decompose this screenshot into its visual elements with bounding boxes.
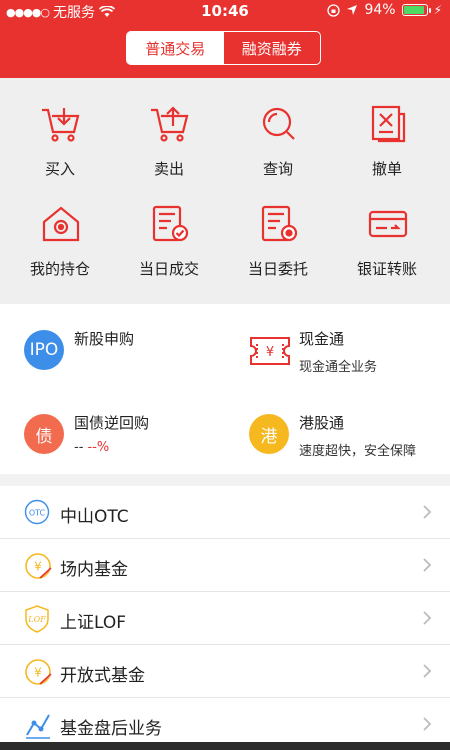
- list-item-open-fund[interactable]: ¥ 开放式基金: [0, 645, 450, 698]
- grid-label: 当日委托: [247, 260, 308, 278]
- rotation-lock-icon: [327, 3, 341, 17]
- cancel-order-icon: [371, 105, 406, 143]
- fund-icon: ¥: [25, 553, 52, 579]
- grid-label: 查询: [262, 160, 293, 178]
- bond-icon: 债: [24, 414, 64, 454]
- home-indicator-bar: [0, 742, 450, 750]
- grid-label: 当日成交: [138, 260, 199, 278]
- chevron-right-icon: [423, 717, 432, 731]
- chevron-right-icon: [423, 505, 432, 519]
- hk-icon: 港: [249, 414, 289, 454]
- otc-icon: OTC: [24, 499, 50, 525]
- entrust-icon: [261, 205, 298, 242]
- cash-service-item[interactable]: ¥ 现金通 现金通全业务: [225, 304, 450, 388]
- svg-text:¥: ¥: [34, 560, 42, 574]
- bank-transfer-button[interactable]: 银证转账: [331, 186, 443, 278]
- svg-text:OTC: OTC: [29, 509, 46, 518]
- repo-title: 国债逆回购: [74, 414, 150, 432]
- hk-title: 港股通: [299, 414, 345, 432]
- trade-type-switch: 普通交易 融资融券: [126, 31, 321, 65]
- grid-label: 银证转账: [356, 260, 417, 278]
- hk-connect-item[interactable]: 港 港股通 速度超快，安全保障: [225, 388, 450, 472]
- grid-label: 买入: [44, 160, 75, 178]
- cash-ticket-icon: ¥: [250, 337, 290, 365]
- today-deal-button[interactable]: 当日成交: [113, 186, 225, 278]
- list-label: 基金盘后业务: [60, 719, 162, 739]
- header: ●●●●○ 无服务 10:46 94% ⚡ 普通交易 融资融券: [0, 0, 450, 78]
- holdings-button[interactable]: 我的持仓: [4, 186, 116, 278]
- chevron-right-icon: [423, 611, 432, 625]
- business-list: OTC 中山OTC ¥ 场内基金 LOF 上证LOF ¥ 开放式基金 基金盘后业…: [0, 486, 450, 750]
- battery-icon: [401, 4, 431, 16]
- after-hours-icon: [26, 714, 50, 739]
- lof-icon: LOF: [25, 605, 49, 633]
- battery-percent: 94%: [364, 2, 396, 18]
- trade-function-grid: 买入 卖出 查询 撤单 我的持仓 当日成交 当日委托 银证转账: [0, 78, 450, 304]
- chevron-right-icon: [423, 558, 432, 572]
- list-label: 上证LOF: [60, 613, 127, 633]
- buy-button[interactable]: 买入: [4, 86, 116, 178]
- cart-in-icon: [42, 108, 80, 142]
- today-entrust-button[interactable]: 当日委托: [222, 186, 334, 278]
- cash-subtitle: 现金通全业务: [299, 360, 378, 375]
- repo-rate-prefix: --: [74, 440, 88, 455]
- query-button[interactable]: 查询: [222, 86, 334, 178]
- hk-subtitle: 速度超快，安全保障: [299, 444, 417, 459]
- ipo-subscribe-item[interactable]: IPO 新股申购: [0, 304, 225, 388]
- svg-text:¥: ¥: [34, 666, 42, 680]
- sell-button[interactable]: 卖出: [113, 86, 225, 178]
- list-label: 中山OTC: [60, 507, 129, 527]
- ipo-icon: IPO: [24, 330, 64, 370]
- cart-out-icon: [151, 106, 189, 142]
- grid-label: 卖出: [153, 160, 184, 178]
- charging-icon: ⚡: [433, 3, 442, 17]
- repo-rate-value: --%: [87, 440, 110, 455]
- bond-repo-item[interactable]: 债 国债逆回购 -- --%: [0, 388, 225, 472]
- grid-label: 撤单: [371, 160, 402, 178]
- list-label: 开放式基金: [60, 666, 145, 686]
- list-item-lof[interactable]: LOF 上证LOF: [0, 592, 450, 645]
- tab-margin-trade[interactable]: 融资融券: [224, 32, 321, 64]
- services-panel: IPO 新股申购 ¥ 现金通 现金通全业务 债 国债逆回购 -- --% 港 港…: [0, 304, 450, 474]
- status-bar: ●●●●○ 无服务 10:46 94% ⚡: [0, 0, 450, 22]
- chevron-right-icon: [423, 664, 432, 678]
- tab-normal-trade[interactable]: 普通交易: [127, 32, 224, 64]
- list-item-otc[interactable]: OTC 中山OTC: [0, 486, 450, 539]
- cancel-order-button[interactable]: 撤单: [331, 86, 443, 178]
- holdings-icon: [42, 206, 80, 242]
- list-item-exchange-fund[interactable]: ¥ 场内基金: [0, 539, 450, 592]
- search-icon: [262, 107, 295, 140]
- repo-rate: -- --%: [74, 440, 109, 455]
- ipo-title: 新股申购: [74, 330, 135, 348]
- transfer-icon: [368, 210, 408, 238]
- cash-title: 现金通: [299, 330, 345, 348]
- location-icon: [347, 5, 358, 15]
- svg-text:¥: ¥: [266, 345, 274, 360]
- open-fund-icon: ¥: [25, 659, 52, 685]
- grid-label: 我的持仓: [29, 260, 90, 278]
- deal-icon: [152, 205, 189, 242]
- list-label: 场内基金: [60, 560, 128, 580]
- svg-text:LOF: LOF: [27, 615, 46, 624]
